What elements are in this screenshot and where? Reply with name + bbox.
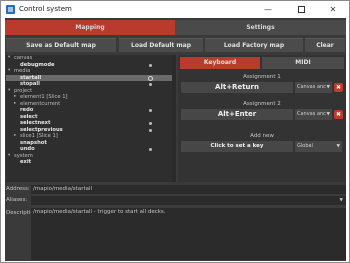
mapped-indicator-icon — [149, 122, 152, 125]
chevron-down-icon: ▼ — [326, 112, 330, 117]
clear-map-button[interactable]: Clear map... — [305, 38, 345, 63]
save-default-map-button[interactable]: Save as Default map — [6, 38, 116, 52]
add-new-context-select[interactable]: Global ▼ — [295, 141, 342, 152]
client-area: Mapping Settings Save as Default map Loa… — [5, 18, 346, 261]
maximize-button[interactable] — [290, 2, 312, 17]
description-field[interactable]: /mapio/media/startall - trigger to start… — [31, 208, 346, 260]
address-field[interactable]: /mapio/media/startall — [31, 185, 346, 194]
load-default-map-button[interactable]: Load Default map — [119, 38, 203, 52]
tab-settings[interactable]: Settings — [175, 20, 346, 35]
mapped-indicator-icon — [149, 128, 152, 132]
delete-assignment-1-button[interactable]: ✖ — [334, 83, 343, 92]
mapped-indicator-icon — [148, 75, 153, 81]
close-button[interactable]: ✕ — [322, 2, 344, 17]
load-factory-map-button[interactable]: Load Factory map — [205, 38, 303, 52]
assignment-2-context-select[interactable]: Canvas anc ▼ — [295, 109, 332, 120]
maximize-icon — [297, 6, 305, 13]
title-bar: Control system — ✕ — [1, 1, 349, 18]
command-tree[interactable]: ▾ canvas debugmode ▾ media startall stop… — [6, 55, 176, 182]
address-label: Address: — [6, 186, 30, 192]
mapped-indicator-icon — [149, 148, 152, 151]
aliases-field[interactable]: ▼ — [31, 196, 346, 205]
delete-assignment-2-button[interactable]: ✖ — [334, 110, 343, 119]
chevron-down-icon[interactable]: ▼ — [340, 196, 343, 205]
assignment-1-context-select[interactable]: Canvas anc ▼ — [295, 82, 332, 93]
control-system-window: Control system — ✕ Mapping Settings Save… — [0, 0, 350, 263]
minimize-button[interactable]: — — [257, 2, 279, 17]
tree-scrollbar[interactable] — [172, 55, 176, 182]
assignment-1-label: Assignment 1 — [243, 74, 281, 80]
mapped-indicator-icon — [149, 63, 152, 67]
chevron-down-icon: ▼ — [326, 85, 330, 90]
tree-item-exit[interactable]: exit — [6, 159, 176, 166]
assignment-2-key[interactable]: Alt+Enter — [181, 109, 293, 120]
chevron-down-icon: ▼ — [336, 144, 340, 149]
aliases-label: Aliases: — [6, 197, 28, 203]
mapped-indicator-icon — [149, 109, 152, 112]
tab-keyboard[interactable]: Keyboard — [180, 57, 260, 69]
mapped-indicator-icon — [149, 83, 152, 86]
add-new-label: Add new — [250, 133, 274, 139]
tab-midi[interactable]: MIDI — [262, 57, 344, 69]
assignment-panel: Keyboard MIDI Assignment 1 Alt+Return Ca… — [178, 55, 346, 182]
assignment-2-label: Assignment 2 — [243, 101, 281, 107]
app-icon — [6, 5, 15, 14]
window-title: Control system — [19, 5, 72, 13]
tab-mapping[interactable]: Mapping — [5, 20, 175, 35]
add-new-key-button[interactable]: Click to set a key — [181, 141, 293, 152]
assignment-1-key[interactable]: Alt+Return — [181, 82, 293, 93]
